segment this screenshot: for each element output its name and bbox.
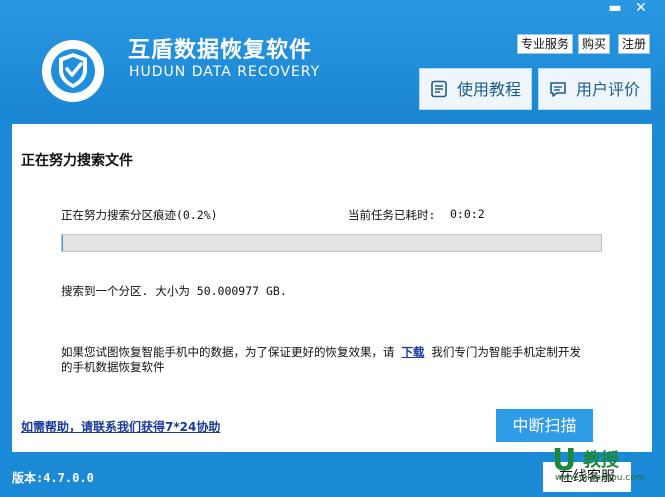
help-link[interactable]: 如需帮助，请联系我们获得7*24协助 <box>21 418 220 435</box>
watermark-text: 教授 <box>583 450 619 471</box>
comment-icon <box>550 82 566 97</box>
progress-fill <box>62 235 64 251</box>
app-logo <box>42 40 104 102</box>
minimize-button[interactable]: ▬ <box>604 0 626 18</box>
review-button[interactable]: 用户评价 <box>538 68 651 110</box>
tutorial-button[interactable]: 使用教程 <box>419 68 532 110</box>
app-title: 互盾数据恢复软件 <box>128 38 313 63</box>
watermark-url: www.ujiaoshou.com <box>555 473 645 483</box>
pro-service-link[interactable]: 专业服务 <box>517 34 574 54</box>
document-icon <box>431 80 447 98</box>
scan-progress-bar <box>61 234 602 252</box>
mobile-message-part2: 我们专门为智能手机定制开发 <box>431 345 581 359</box>
header: 互盾数据恢复软件 HUDUN DATA RECOVERY ▬ ✕ 专业服务 购买… <box>0 0 665 122</box>
mobile-message-part1: 如果您试图恢复智能手机中的数据，为了保证更好的恢复效果，请 <box>61 345 395 359</box>
elapsed-value: 0:0:2 <box>450 207 485 221</box>
review-label: 用户评价 <box>576 80 641 99</box>
mobile-message-line2: 的手机数据恢复软件 <box>61 360 165 374</box>
panel-title: 正在努力搜索文件 <box>21 153 133 169</box>
tutorial-label: 使用教程 <box>457 80 522 99</box>
version-label: 版本:4.7.0.0 <box>12 471 94 485</box>
mobile-message: 如果您试图恢复智能手机中的数据，为了保证更好的恢复效果，请 下载 我们专门为智能… <box>61 344 581 360</box>
found-partition-text: 搜索到一个分区. 大小为 50.000977 GB. <box>61 284 287 298</box>
scan-status: 正在努力搜索分区痕迹(0.2%) <box>61 208 218 222</box>
shield-check-icon <box>59 53 87 88</box>
close-button[interactable]: ✕ <box>630 0 652 18</box>
elapsed-label: 当前任务已耗时: <box>348 208 436 222</box>
scan-panel: 正在努力搜索文件 正在努力搜索分区痕迹(0.2%) 当前任务已耗时: 0:0:2… <box>12 124 652 452</box>
app-subtitle: HUDUN DATA RECOVERY <box>129 64 321 80</box>
download-link[interactable]: 下载 <box>401 345 424 359</box>
stop-scan-button[interactable]: 中断扫描 <box>496 409 593 442</box>
buy-link[interactable]: 购买 <box>578 34 611 54</box>
register-link[interactable]: 注册 <box>618 34 651 54</box>
app-window: 互盾数据恢复软件 HUDUN DATA RECOVERY ▬ ✕ 专业服务 购买… <box>0 0 665 497</box>
